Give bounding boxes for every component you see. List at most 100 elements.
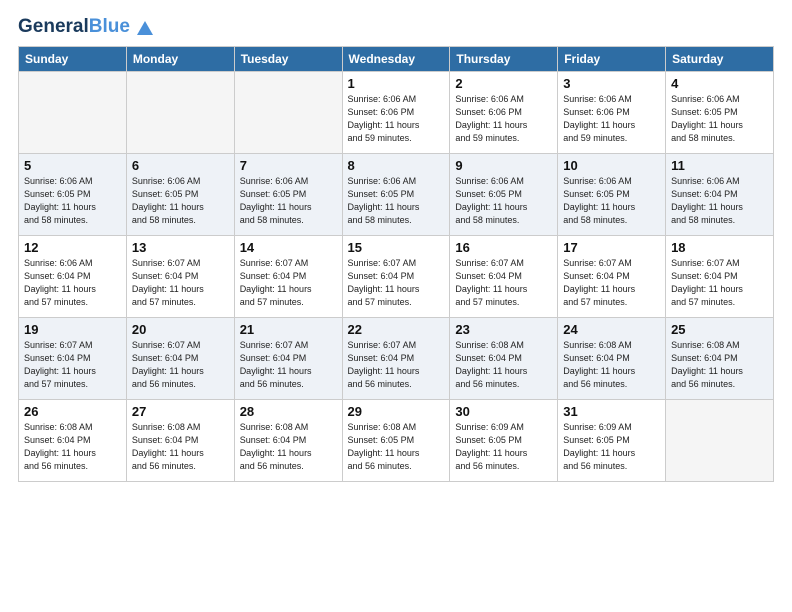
day-number: 19	[24, 322, 121, 337]
calendar-cell: 27 Sunrise: 6:08 AM Sunset: 6:04 PM Dayli…	[126, 400, 234, 482]
calendar-cell: 2 Sunrise: 6:06 AM Sunset: 6:06 PM Daylig…	[450, 72, 558, 154]
day-number: 27	[132, 404, 229, 419]
day-number: 7	[240, 158, 337, 173]
cell-info: Sunrise: 6:06 AM Sunset: 6:05 PM Dayligh…	[455, 175, 552, 227]
calendar-table: SundayMondayTuesdayWednesdayThursdayFrid…	[18, 46, 774, 482]
calendar-cell: 3 Sunrise: 6:06 AM Sunset: 6:06 PM Daylig…	[558, 72, 666, 154]
day-number: 16	[455, 240, 552, 255]
cell-info: Sunrise: 6:07 AM Sunset: 6:04 PM Dayligh…	[132, 339, 229, 391]
calendar-cell: 7Sunrise: 6:06 AM Sunset: 6:05 PM Daylig…	[234, 154, 342, 236]
calendar-cell: 17 Sunrise: 6:07 AM Sunset: 6:04 PM Dayli…	[558, 236, 666, 318]
page: GeneralBlue SundayMondayTuesdayWednesday…	[0, 0, 792, 612]
calendar-cell: 15 Sunrise: 6:07 AM Sunset: 6:04 PM Dayli…	[342, 236, 450, 318]
calendar-cell: 13 Sunrise: 6:07 AM Sunset: 6:04 PM Dayli…	[126, 236, 234, 318]
day-number: 25	[671, 322, 768, 337]
cell-info: Sunrise: 6:07 AM Sunset: 6:04 PM Dayligh…	[132, 257, 229, 309]
day-number: 1	[348, 76, 445, 91]
cell-info: Sunrise: 6:08 AM Sunset: 6:04 PM Dayligh…	[671, 339, 768, 391]
calendar-cell: 8 Sunrise: 6:06 AM Sunset: 6:05 PM Daylig…	[342, 154, 450, 236]
calendar-cell: 16 Sunrise: 6:07 AM Sunset: 6:04 PM Dayli…	[450, 236, 558, 318]
day-number: 24	[563, 322, 660, 337]
day-number: 12	[24, 240, 121, 255]
calendar-cell: 22 Sunrise: 6:07 AM Sunset: 6:04 PM Dayli…	[342, 318, 450, 400]
cell-info: Sunrise: 6:06 AM Sunset: 6:04 PM Dayligh…	[24, 257, 121, 309]
cell-info: Sunrise: 6:08 AM Sunset: 6:04 PM Dayligh…	[132, 421, 229, 473]
calendar-week-row: 1 Sunrise: 6:06 AM Sunset: 6:06 PM Daylig…	[19, 72, 774, 154]
day-number: 15	[348, 240, 445, 255]
day-number: 26	[24, 404, 121, 419]
calendar-cell: 26 Sunrise: 6:08 AM Sunset: 6:04 PM Dayli…	[19, 400, 127, 482]
day-number: 22	[348, 322, 445, 337]
calendar-cell: 28Sunrise: 6:08 AM Sunset: 6:04 PM Dayli…	[234, 400, 342, 482]
calendar-cell: 29 Sunrise: 6:08 AM Sunset: 6:05 PM Dayli…	[342, 400, 450, 482]
calendar-week-row: 12 Sunrise: 6:06 AM Sunset: 6:04 PM Dayli…	[19, 236, 774, 318]
cell-info: Sunrise: 6:06 AM Sunset: 6:05 PM Dayligh…	[671, 93, 768, 145]
calendar-cell: 1 Sunrise: 6:06 AM Sunset: 6:06 PM Daylig…	[342, 72, 450, 154]
calendar-cell	[234, 72, 342, 154]
calendar-cell: 24Sunrise: 6:08 AM Sunset: 6:04 PM Dayli…	[558, 318, 666, 400]
cell-info: Sunrise: 6:06 AM Sunset: 6:06 PM Dayligh…	[563, 93, 660, 145]
weekday-header-wednesday: Wednesday	[342, 47, 450, 72]
cell-info: Sunrise: 6:08 AM Sunset: 6:04 PM Dayligh…	[455, 339, 552, 391]
weekday-header-saturday: Saturday	[666, 47, 774, 72]
cell-info: Sunrise: 6:08 AM Sunset: 6:04 PM Dayligh…	[240, 421, 337, 473]
calendar-cell: 6 Sunrise: 6:06 AM Sunset: 6:05 PM Daylig…	[126, 154, 234, 236]
day-number: 3	[563, 76, 660, 91]
cell-info: Sunrise: 6:06 AM Sunset: 6:05 PM Dayligh…	[132, 175, 229, 227]
calendar-cell: 11Sunrise: 6:06 AM Sunset: 6:04 PM Dayli…	[666, 154, 774, 236]
day-number: 30	[455, 404, 552, 419]
day-number: 2	[455, 76, 552, 91]
calendar-cell: 9 Sunrise: 6:06 AM Sunset: 6:05 PM Daylig…	[450, 154, 558, 236]
day-number: 10	[563, 158, 660, 173]
day-number: 29	[348, 404, 445, 419]
day-number: 4	[671, 76, 768, 91]
cell-info: Sunrise: 6:09 AM Sunset: 6:05 PM Dayligh…	[563, 421, 660, 473]
day-number: 13	[132, 240, 229, 255]
calendar-cell: 18Sunrise: 6:07 AM Sunset: 6:04 PM Dayli…	[666, 236, 774, 318]
weekday-header-sunday: Sunday	[19, 47, 127, 72]
calendar-cell: 19Sunrise: 6:07 AM Sunset: 6:04 PM Dayli…	[19, 318, 127, 400]
cell-info: Sunrise: 6:07 AM Sunset: 6:04 PM Dayligh…	[455, 257, 552, 309]
calendar-cell	[666, 400, 774, 482]
day-number: 21	[240, 322, 337, 337]
cell-info: Sunrise: 6:06 AM Sunset: 6:06 PM Dayligh…	[455, 93, 552, 145]
cell-info: Sunrise: 6:06 AM Sunset: 6:05 PM Dayligh…	[563, 175, 660, 227]
calendar-cell: 30Sunrise: 6:09 AM Sunset: 6:05 PM Dayli…	[450, 400, 558, 482]
cell-info: Sunrise: 6:06 AM Sunset: 6:05 PM Dayligh…	[24, 175, 121, 227]
header: GeneralBlue	[18, 16, 774, 38]
cell-info: Sunrise: 6:06 AM Sunset: 6:04 PM Dayligh…	[671, 175, 768, 227]
calendar-cell: 5Sunrise: 6:06 AM Sunset: 6:05 PM Daylig…	[19, 154, 127, 236]
cell-info: Sunrise: 6:07 AM Sunset: 6:04 PM Dayligh…	[348, 339, 445, 391]
cell-info: Sunrise: 6:07 AM Sunset: 6:04 PM Dayligh…	[563, 257, 660, 309]
cell-info: Sunrise: 6:06 AM Sunset: 6:06 PM Dayligh…	[348, 93, 445, 145]
day-number: 23	[455, 322, 552, 337]
day-number: 17	[563, 240, 660, 255]
weekday-header-row: SundayMondayTuesdayWednesdayThursdayFrid…	[19, 47, 774, 72]
day-number: 6	[132, 158, 229, 173]
calendar-cell: 21 Sunrise: 6:07 AM Sunset: 6:04 PM Dayli…	[234, 318, 342, 400]
cell-info: Sunrise: 6:06 AM Sunset: 6:05 PM Dayligh…	[348, 175, 445, 227]
cell-info: Sunrise: 6:07 AM Sunset: 6:04 PM Dayligh…	[348, 257, 445, 309]
day-number: 9	[455, 158, 552, 173]
cell-info: Sunrise: 6:07 AM Sunset: 6:04 PM Dayligh…	[240, 339, 337, 391]
calendar-cell	[19, 72, 127, 154]
logo: GeneralBlue	[18, 16, 154, 38]
calendar-cell: 20 Sunrise: 6:07 AM Sunset: 6:04 PM Dayli…	[126, 318, 234, 400]
calendar-cell	[126, 72, 234, 154]
cell-info: Sunrise: 6:08 AM Sunset: 6:04 PM Dayligh…	[24, 421, 121, 473]
day-number: 8	[348, 158, 445, 173]
cell-info: Sunrise: 6:07 AM Sunset: 6:04 PM Dayligh…	[240, 257, 337, 309]
weekday-header-monday: Monday	[126, 47, 234, 72]
calendar-cell: 4 Sunrise: 6:06 AM Sunset: 6:05 PM Daylig…	[666, 72, 774, 154]
logo-general: General	[18, 16, 89, 37]
calendar-week-row: 26 Sunrise: 6:08 AM Sunset: 6:04 PM Dayli…	[19, 400, 774, 482]
calendar-cell: 12 Sunrise: 6:06 AM Sunset: 6:04 PM Dayli…	[19, 236, 127, 318]
logo-icon	[136, 19, 154, 37]
calendar-cell: 23 Sunrise: 6:08 AM Sunset: 6:04 PM Dayli…	[450, 318, 558, 400]
calendar-cell: 10 Sunrise: 6:06 AM Sunset: 6:05 PM Dayli…	[558, 154, 666, 236]
calendar-week-row: 19 Sunrise: 6:07 AM Sunset: 6:04 PM Dayli…	[19, 318, 774, 400]
cell-info: Sunrise: 6:08 AM Sunset: 6:05 PM Dayligh…	[348, 421, 445, 473]
day-number: 18	[671, 240, 768, 255]
day-number: 31	[563, 404, 660, 419]
day-number: 20	[132, 322, 229, 337]
